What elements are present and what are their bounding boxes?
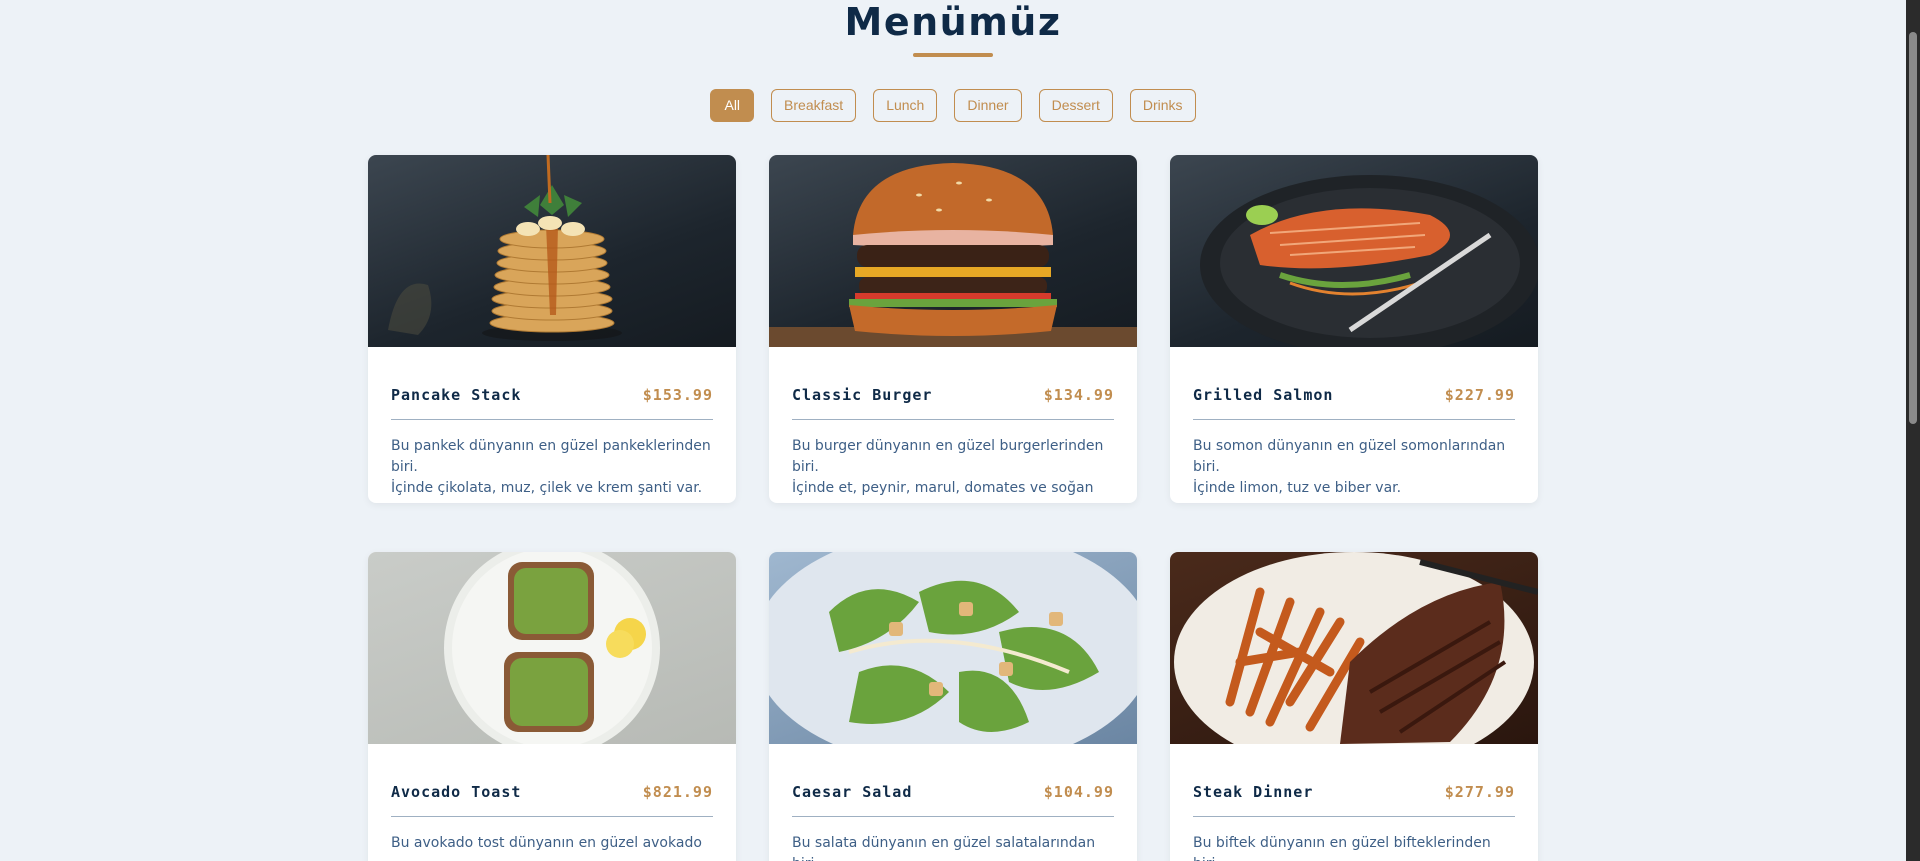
item-description: Bu burger dünyanın en güzel burgerlerind… (792, 438, 1104, 503)
filter-breakfast-button[interactable]: Breakfast (771, 89, 857, 122)
caesar-salad-image (769, 552, 1137, 744)
classic-burger-illustration (769, 163, 1137, 347)
avocado-toast-image (368, 552, 736, 744)
caesar-salad-illustration (769, 552, 1137, 744)
item-price: $104.99 (1043, 783, 1114, 801)
grilled-salmon-illustration (1200, 175, 1538, 347)
item-price: $134.99 (1043, 386, 1114, 404)
item-name: Pancake Stack (391, 386, 522, 404)
page: Menümüz All Breakfast Lunch Dinner Desse… (0, 0, 1920, 861)
steak-dinner-image (1170, 552, 1538, 744)
page-title: Menümüz (844, 0, 1062, 44)
vertical-scrollbar[interactable] (1906, 0, 1920, 861)
item-price: $153.99 (642, 386, 713, 404)
card-header: Caesar Salad $104.99 (792, 768, 1114, 817)
item-price: $277.99 (1444, 783, 1515, 801)
item-name: Classic Burger (792, 386, 933, 404)
item-name: Grilled Salmon (1193, 386, 1334, 404)
menu-card[interactable]: Caesar Salad $104.99 Bu salata dünyanın … (769, 552, 1137, 861)
item-price: $821.99 (642, 783, 713, 801)
menu-grid: Pancake Stack $153.99 Bu pankek dünyanın… (368, 155, 1538, 861)
card-header: Grilled Salmon $227.99 (1193, 371, 1515, 420)
menu-card[interactable]: Pancake Stack $153.99 Bu pankek dünyanın… (368, 155, 736, 503)
classic-burger-image (769, 155, 1137, 347)
title-underline (913, 53, 993, 57)
category-filter-bar: All Breakfast Lunch Dinner Dessert Drink… (0, 89, 1906, 122)
filter-dessert-button[interactable]: Dessert (1038, 89, 1113, 122)
card-header: Steak Dinner $277.99 (1193, 768, 1515, 817)
item-price: $227.99 (1444, 386, 1515, 404)
menu-card[interactable]: Classic Burger $134.99 Bu burger dünyanı… (769, 155, 1137, 503)
pancake-stack-image (368, 155, 736, 347)
card-header: Avocado Toast $821.99 (391, 768, 713, 817)
scrollbar-thumb[interactable] (1909, 32, 1917, 424)
item-description: Bu biftek dünyanın en güzel bifteklerind… (1193, 835, 1491, 861)
item-description: Bu salata dünyanın en güzel salatalarınd… (792, 835, 1096, 861)
grilled-salmon-image (1170, 155, 1538, 347)
menu-card[interactable]: Avocado Toast $821.99 Bu avokado tost dü… (368, 552, 736, 861)
item-name: Avocado Toast (391, 783, 522, 801)
item-description: Bu somon dünyanın en güzel somonlarından… (1193, 438, 1506, 496)
pancake-stack-illustration (388, 155, 622, 341)
item-name: Caesar Salad (792, 783, 913, 801)
item-name: Steak Dinner (1193, 783, 1314, 801)
menu-card[interactable]: Grilled Salmon $227.99 Bu somon dünyanın… (1170, 155, 1538, 503)
card-header: Pancake Stack $153.99 (391, 371, 713, 420)
filter-all-button[interactable]: All (710, 89, 755, 122)
filter-drinks-button[interactable]: Drinks (1129, 89, 1196, 122)
menu-card[interactable]: Steak Dinner $277.99 Bu biftek dünyanın … (1170, 552, 1538, 861)
avocado-toast-illustration (444, 552, 660, 744)
steak-dinner-illustration (1174, 552, 1538, 744)
card-header: Classic Burger $134.99 (792, 371, 1114, 420)
filter-dinner-button[interactable]: Dinner (954, 89, 1022, 122)
item-description: Bu avokado tost dünyanın en güzel avokad… (391, 835, 702, 851)
item-description: Bu pankek dünyanın en güzel pankeklerind… (391, 438, 711, 496)
filter-lunch-button[interactable]: Lunch (873, 89, 938, 122)
